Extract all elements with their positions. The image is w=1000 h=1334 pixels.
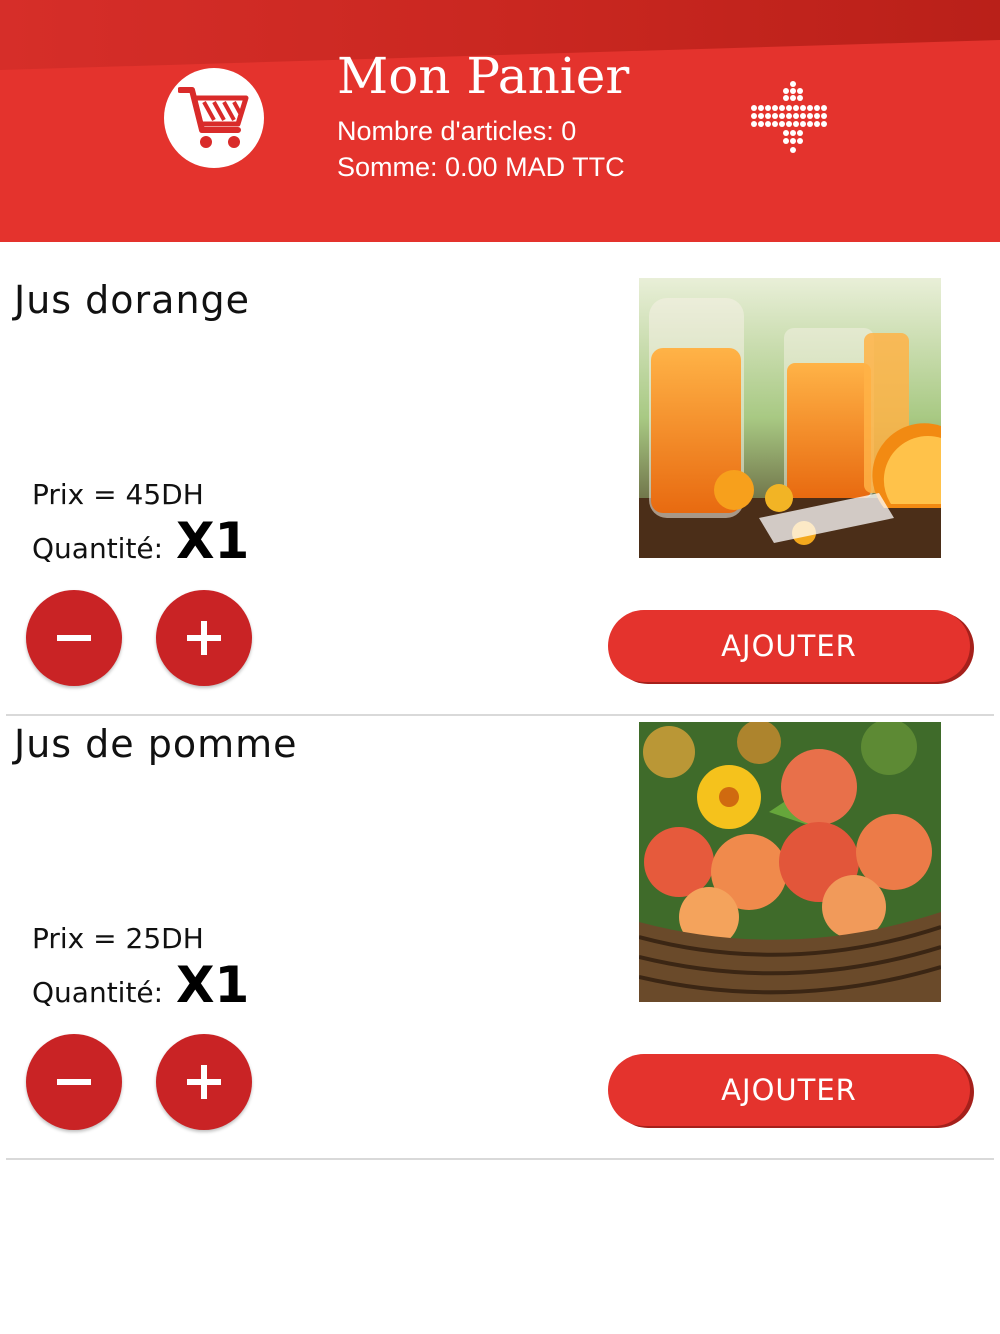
quantity-label: Quantité: [32,976,164,1009]
quantity-value: X1 [176,956,250,1014]
cart-header: Mon Panier Nombre d'articles: 0 Somme: 0… [0,0,1000,242]
item-price: Prix = 45DH [32,478,204,511]
add-to-cart-button[interactable]: AJOUTER [608,1054,970,1126]
increase-quantity-button[interactable] [156,590,252,686]
arrow-down-dots-icon[interactable] [748,78,830,160]
article-count: Nombre d'articles: 0 [337,116,577,146]
cart-item: Jus de pomme Prix = 25DH Quantité: X1 AJ… [0,686,1000,1130]
cart-total: Somme: 0.00 MAD TTC [337,152,625,182]
add-to-cart-button[interactable]: AJOUTER [608,610,970,682]
divider [6,1158,994,1160]
decrease-quantity-button[interactable] [26,1034,122,1130]
item-name: Jus dorange [14,278,251,322]
increase-quantity-button[interactable] [156,1034,252,1130]
cart-icon [178,87,249,148]
orange-juice-photo [639,278,941,558]
decrease-quantity-button[interactable] [26,590,122,686]
item-name: Jus de pomme [14,722,298,766]
minus-icon [57,635,91,641]
item-price: Prix = 25DH [32,922,204,955]
page-title: Mon Panier [337,47,630,105]
cart-item: Jus dorange Prix = 45DH Quantité: X1 AJO… [0,242,1000,686]
apple-basket-photo [639,722,941,1002]
cart-badge[interactable] [164,68,264,168]
quantity-value: X1 [176,512,250,570]
minus-icon [57,1079,91,1085]
quantity-label: Quantité: [32,532,164,565]
